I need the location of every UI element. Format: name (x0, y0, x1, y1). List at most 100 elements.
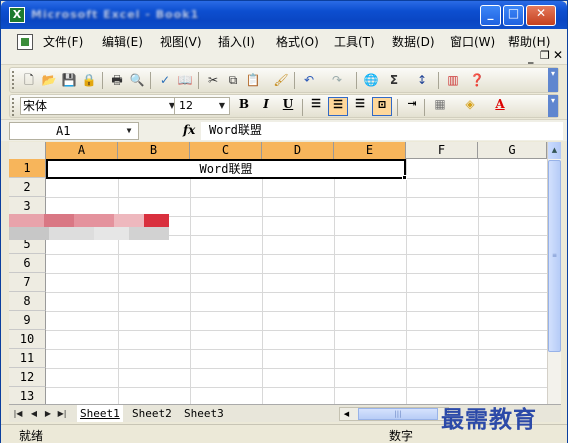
row-header-6[interactable]: 6 (9, 254, 46, 273)
select-all-corner[interactable] (9, 142, 46, 159)
sheet-tab-3[interactable]: Sheet3 (181, 405, 227, 422)
sheet-tab-1[interactable]: Sheet1 (77, 405, 123, 422)
merge-center-button[interactable]: ⊡ (372, 97, 392, 116)
column-header-b[interactable]: B (118, 142, 190, 159)
autosum-icon[interactable]: Σ (385, 71, 403, 89)
font-name-select[interactable]: 宋体 ▼ (20, 97, 180, 115)
redo-icon[interactable]: ↷ (328, 71, 346, 89)
bold-button[interactable]: B (234, 97, 254, 116)
first-sheet-icon[interactable]: |◀ (11, 407, 25, 421)
increase-indent-button[interactable]: ⇥ (402, 97, 422, 116)
vertical-scroll-thumb[interactable]: ≡ (548, 160, 561, 352)
align-left-button[interactable]: ☰ (306, 97, 326, 116)
row-header-9[interactable]: 9 (9, 311, 46, 330)
help-icon[interactable]: ❓ (468, 71, 486, 89)
undo-icon[interactable]: ↶ (300, 71, 318, 89)
underline-button[interactable]: U (278, 97, 298, 116)
font-size-select[interactable]: 12 ▼ (174, 97, 230, 115)
row-header-11[interactable]: 11 (9, 349, 46, 368)
row-header-1[interactable]: 1 (9, 159, 46, 178)
title-bar[interactable]: X Microsoft Excel - Book1 _ □ ✕ (1, 1, 567, 29)
menu-tools[interactable]: 工具(T) (334, 33, 375, 50)
research-icon[interactable]: 📖 (176, 71, 194, 89)
toolbar-grip[interactable] (12, 71, 15, 89)
grid-line (46, 197, 547, 198)
menu-view[interactable]: 视图(V) (160, 33, 202, 50)
column-header-a[interactable]: A (46, 142, 118, 159)
new-icon[interactable]: 🗋 (20, 71, 38, 89)
font-color-icon[interactable]: A (490, 97, 510, 116)
maximize-button[interactable]: □ (503, 5, 524, 26)
align-center-button[interactable]: ☰ (328, 97, 348, 116)
menu-insert[interactable]: 插入(I) (218, 33, 255, 50)
paste-icon[interactable]: 📋 (244, 71, 262, 89)
row-header-10[interactable]: 10 (9, 330, 46, 349)
horizontal-scrollbar[interactable]: ◀ ||| (339, 407, 449, 421)
spelling-icon[interactable]: ✓ (156, 71, 174, 89)
row-header-12[interactable]: 12 (9, 368, 46, 387)
toolbar-grip[interactable] (12, 98, 15, 116)
merged-cell-a1-e1[interactable]: Word联盟 (46, 159, 406, 179)
watermark-logo: 最需教育 (441, 406, 537, 433)
horizontal-scroll-thumb[interactable]: ||| (358, 408, 438, 420)
next-sheet-icon[interactable]: ▶ (41, 407, 55, 421)
status-num: 数字 (389, 429, 414, 443)
row-header-13[interactable]: 13 (9, 387, 46, 404)
menu-file[interactable]: 文件(F) (43, 33, 83, 50)
chevron-down-icon: ▼ (126, 126, 132, 135)
italic-button[interactable]: I (256, 97, 276, 116)
cell-area[interactable]: Word联盟 (9, 159, 547, 404)
row-header-2[interactable]: 2 (9, 178, 46, 197)
borders-icon[interactable]: ▦ (430, 97, 450, 116)
toolbar-overflow-button[interactable]: ▾ (548, 95, 558, 117)
document-icon[interactable] (17, 34, 33, 50)
toolbar-separator (102, 72, 103, 89)
row-header-7[interactable]: 7 (9, 273, 46, 292)
document-close-button[interactable]: ✕ (553, 48, 563, 62)
align-right-button[interactable]: ☰ (350, 97, 370, 116)
print-icon[interactable]: 🖶 (108, 71, 126, 89)
close-button[interactable]: ✕ (526, 5, 556, 26)
format-painter-icon[interactable]: 🖌 (272, 71, 290, 89)
last-sheet-icon[interactable]: ▶| (55, 407, 69, 421)
permission-icon[interactable]: 🔒 (80, 71, 98, 89)
menu-data[interactable]: 数据(D) (392, 33, 435, 50)
excel-app-icon[interactable]: X (9, 7, 25, 23)
formula-input[interactable]: Word联盟 (201, 122, 563, 140)
insert-function-icon[interactable]: fx (183, 123, 195, 137)
column-header-d[interactable]: D (262, 142, 334, 159)
fill-handle[interactable] (402, 175, 407, 180)
scroll-left-icon[interactable]: ◀ (340, 408, 353, 420)
scroll-up-icon[interactable]: ▲ (548, 142, 561, 159)
column-header-g[interactable]: G (478, 142, 547, 159)
hyperlink-icon[interactable]: 🌐 (362, 71, 380, 89)
column-header-c[interactable]: C (190, 142, 262, 159)
menu-help[interactable]: 帮助(H) (508, 33, 550, 50)
column-header-f[interactable]: F (406, 142, 478, 159)
menu-window[interactable]: 窗口(W) (450, 33, 495, 50)
menu-format[interactable]: 格式(O) (276, 33, 319, 50)
formatting-toolbar: 宋体 ▼ 12 ▼ B I U ☰ ☰ ☰ ⊡ ⇥ ▦ ◈ A ▾ (9, 94, 559, 118)
open-icon[interactable]: 📂 (40, 71, 58, 89)
cut-icon[interactable]: ✂ (204, 71, 222, 89)
prev-sheet-icon[interactable]: ◀ (27, 407, 41, 421)
document-restore-button[interactable]: ❐ (540, 49, 550, 62)
menu-edit[interactable]: 编辑(E) (102, 33, 143, 50)
toolbar-overflow-button[interactable]: ▾ (548, 68, 558, 92)
sort-ascending-icon[interactable]: ↕ (413, 71, 431, 89)
fill-color-icon[interactable]: ◈ (460, 97, 480, 116)
copy-icon[interactable]: ⧉ (224, 71, 242, 89)
sheet-tab-2[interactable]: Sheet2 (129, 405, 175, 422)
vertical-scrollbar[interactable]: ▲ ≡ (547, 142, 561, 404)
row-header-8[interactable]: 8 (9, 292, 46, 311)
column-header-e[interactable]: E (334, 142, 406, 159)
grid-line (46, 292, 547, 293)
name-box[interactable]: A1 ▼ (9, 122, 139, 140)
worksheet-grid[interactable]: A B C D E F G 1 2 3 4 5 6 7 8 9 10 11 12… (9, 142, 547, 404)
chart-wizard-icon[interactable]: ▥ (444, 71, 462, 89)
minimize-button[interactable]: _ (480, 5, 501, 26)
toolbar-separator (294, 72, 295, 89)
document-minimize-button[interactable]: _ (528, 51, 534, 64)
save-icon[interactable]: 💾 (60, 71, 78, 89)
print-preview-icon[interactable]: 🔍 (128, 71, 146, 89)
